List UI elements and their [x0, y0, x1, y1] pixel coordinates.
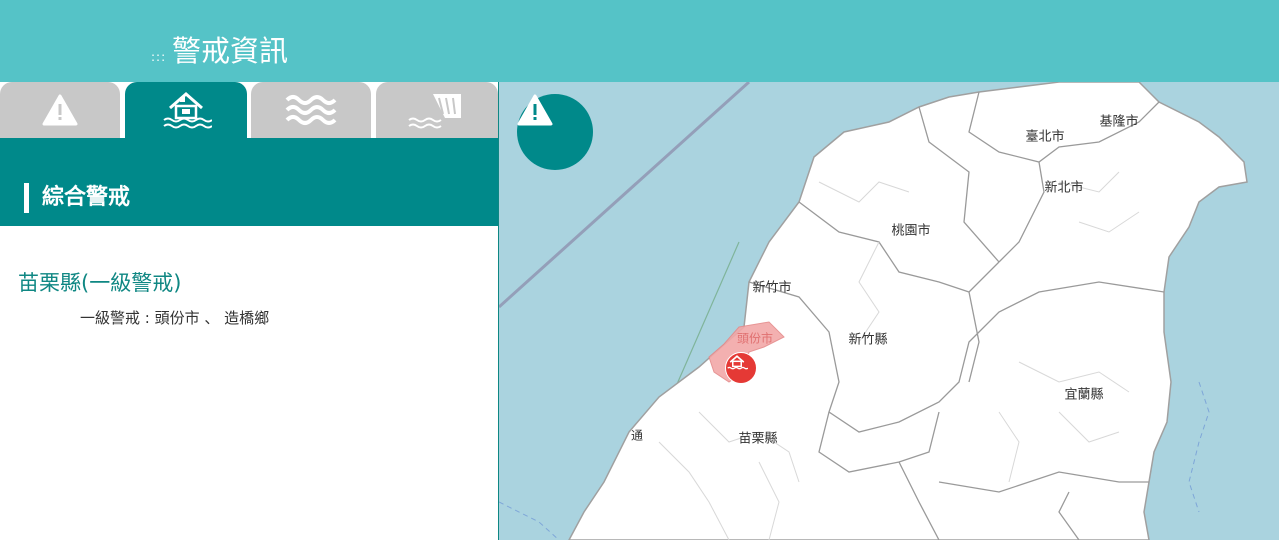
page-title: 警戒資訊: [172, 34, 289, 68]
menu-glyph[interactable]: :::: [151, 50, 166, 64]
section-header: 綜合警戒: [0, 138, 498, 226]
map-label-keelung: 基隆市: [1099, 114, 1139, 130]
map-view[interactable]: 臺北市 基隆市 新北市 桃園市 新竹市 新竹縣 苗栗縣 宜蘭縣 頭份市 通: [499, 82, 1279, 540]
map-label-yilan: 宜蘭縣: [1064, 387, 1104, 403]
map-label-taoyuan: 桃園市: [891, 223, 931, 239]
alert-toggle-button[interactable]: [517, 94, 593, 170]
county-alert-title[interactable]: 苗栗縣(一級警戒): [18, 268, 181, 298]
map-label-hsinchu-city: 新竹市: [752, 280, 792, 296]
map-label-taipei: 臺北市: [1025, 129, 1065, 145]
flood-alert-marker[interactable]: [725, 352, 757, 384]
map-label-new-taipei: 新北市: [1044, 180, 1084, 196]
flood-house-icon: [727, 355, 748, 370]
map-label-toufen: 頭份市: [736, 331, 774, 346]
tab-general-warning[interactable]: [0, 82, 120, 138]
app-header: ::: 警戒資訊: [0, 0, 1279, 82]
flood-house-icon: [163, 92, 212, 129]
category-tabs: [0, 82, 498, 138]
warning-icon: [517, 94, 553, 126]
warning-icon: [42, 94, 78, 126]
map-label-hsinchu-county: 新竹縣: [848, 332, 888, 348]
map-label-tong: 通: [630, 428, 644, 443]
waves-icon: [285, 95, 337, 125]
section-accent-bar: [24, 183, 29, 213]
alert-panel: 綜合警戒 苗栗縣(一級警戒) 一級警戒 : 頭份市 、 造橋鄉: [0, 82, 499, 540]
tab-flood[interactable]: [125, 82, 247, 138]
county-alert-detail: 一級警戒 : 頭份市 、 造橋鄉: [80, 309, 270, 327]
section-title: 綜合警戒: [42, 185, 131, 210]
tab-dam[interactable]: [376, 82, 498, 138]
map-canvas: [499, 82, 1279, 540]
map-label-miaoli: 苗栗縣: [738, 431, 778, 447]
dam-icon: [408, 94, 461, 129]
tab-waves[interactable]: [251, 82, 371, 138]
